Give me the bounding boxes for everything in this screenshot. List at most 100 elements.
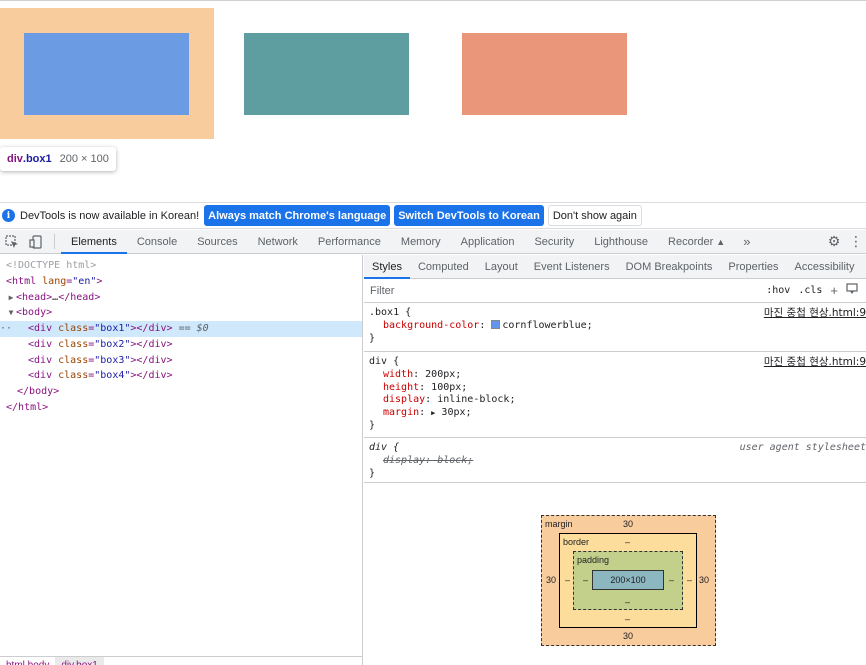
dom-body-close[interactable]: </body> [0,384,362,400]
padding-bottom-value[interactable]: – [625,597,630,607]
dom-doctype[interactable]: <!DOCTYPE html> [0,258,362,274]
tab-memory[interactable]: Memory [391,230,451,253]
toolbar-separator [54,234,55,249]
computed-style-toggle-icon[interactable] [846,283,858,298]
html-tag-name: html [12,275,37,287]
styles-sidebar: Styles Computed Layout Event Listeners D… [364,255,866,665]
declaration-display-overridden: display: block; [383,454,474,466]
styles-filter-row: Filter :hov .cls + [364,279,866,303]
rule-source-link[interactable]: 마진 중첩 현상.html:9 [764,356,866,369]
tab-application[interactable]: Application [451,230,525,253]
expand-shorthand-icon[interactable]: ▶ [431,409,435,417]
rule-source-link[interactable]: 마진 중첩 현상.html:9 [764,307,866,320]
style-rule-div[interactable]: div { 마진 중첩 현상.html:9 width: 200px; heig… [364,352,866,438]
always-match-language-button[interactable]: Always match Chrome's language [204,205,391,226]
border-left-value[interactable]: – [565,575,570,585]
dont-show-again-button[interactable]: Don't show again [547,205,642,226]
declaration-background-color[interactable]: background-color: cornflowerblue; [369,319,866,333]
property-name: display [383,394,426,406]
class-attr-value: "box1" [94,323,131,334]
doctype-text: <!DOCTYPE html> [6,260,97,271]
property-name: display [383,454,426,466]
border-top-value[interactable]: – [625,537,630,547]
declaration-display[interactable]: display: inline-block; [369,394,866,407]
flask-icon: ▲ [716,236,726,247]
collapse-triangle-icon[interactable]: ▼ [6,305,16,321]
declaration-height[interactable]: height: 100px; [369,382,866,395]
dom-div-box3[interactable]: <div class="box3"></div> [0,353,362,369]
more-actions-dots[interactable]: ·· [0,321,12,337]
inspect-tooltip: div .box1 200 × 100 [0,147,116,171]
dom-div-box4[interactable]: <div class="box4"></div> [0,368,362,384]
declaration-margin[interactable]: margin: ▶ 30px; [369,407,866,420]
box2[interactable] [244,33,409,115]
tab-console[interactable]: Console [127,230,187,253]
tooltip-dimensions: 200 × 100 [59,153,109,165]
color-swatch[interactable] [491,319,501,329]
toolbar-right-group: ⚙ ⋮ [809,230,866,253]
tab-recorder[interactable]: Recorder ▲ [658,230,735,253]
tab-computed[interactable]: Computed [410,255,477,278]
rule-close-brace: } [369,332,376,344]
box3[interactable] [462,33,627,115]
tab-event-listeners[interactable]: Event Listeners [526,255,618,278]
new-style-rule-icon[interactable]: + [830,283,838,298]
breadcrumb-item[interactable]: html body [0,657,55,665]
expand-triangle-icon[interactable]: ▶ [6,290,16,306]
tab-network[interactable]: Network [248,230,308,253]
breadcrumb-item-active[interactable]: div.box1 [55,657,104,665]
property-value: block; [437,454,474,466]
infobar-message: DevTools is now available in Korean! [20,209,200,222]
dom-html-close[interactable]: </html> [0,400,362,416]
tab-properties[interactable]: Properties [720,255,786,278]
tab-performance[interactable]: Performance [308,230,391,253]
tab-dom-breakpoints[interactable]: DOM Breakpoints [618,255,721,278]
tab-elements[interactable]: Elements [61,230,127,254]
tab-layout[interactable]: Layout [477,255,526,278]
padding-right-value[interactable]: – [669,575,674,585]
div-tag-name: div [34,323,53,334]
tab-security[interactable]: Security [524,230,584,253]
property-value: 100px; [431,381,468,393]
margin-right-value[interactable]: 30 [699,575,709,585]
box1[interactable] [24,33,189,115]
switch-to-korean-button[interactable]: Switch DevTools to Korean [394,205,544,226]
body-tag-name: body [22,307,47,319]
class-toggle[interactable]: .cls [798,285,822,296]
dom-div-box2[interactable]: <div class="box2"></div> [0,337,362,353]
tab-sources[interactable]: Sources [187,230,247,253]
device-toolbar-icon[interactable] [24,230,48,253]
devtools-toolbar: Elements Console Sources Network Perform… [0,230,866,254]
dom-div-box1[interactable]: ·· <div class="box1"></div> == $0 [0,321,362,337]
language-infobar: i DevTools is now available in Korean! A… [0,202,866,229]
margin-bottom-value[interactable]: 30 [623,631,633,641]
styles-filter-input[interactable]: Filter [370,285,766,297]
border-right-value[interactable]: – [687,575,692,585]
tab-lighthouse[interactable]: Lighthouse [584,230,658,253]
inspect-element-icon[interactable] [0,230,24,253]
tab-styles[interactable]: Styles [364,255,410,279]
div-tag-name: div [34,338,53,350]
declaration-width[interactable]: width: 200px; [369,369,866,382]
more-tabs-icon[interactable]: » [735,230,758,253]
style-rule-box1[interactable]: .box1 { 마진 중첩 현상.html:9 background-color… [364,303,866,352]
margin-top-value[interactable]: 30 [623,519,633,529]
settings-gear-icon[interactable]: ⚙ [822,233,846,250]
property-name: margin [383,407,420,418]
boxmodel-content[interactable]: 200×100 [592,570,664,590]
rule-close-brace: } [369,419,376,431]
hover-state-toggle[interactable]: :hov [766,285,790,296]
margin-label: margin [545,519,573,529]
tab-accessibility[interactable]: Accessibility [787,255,863,278]
kebab-menu-icon[interactable]: ⋮ [846,233,866,250]
tooltip-class: .box1 [22,153,52,165]
html-attr-name: lang [42,275,67,287]
dom-html[interactable]: <html lang="en"> [0,274,362,290]
html-attr-value: "en" [72,275,97,287]
margin-left-value[interactable]: 30 [546,575,556,585]
dom-head[interactable]: ▶ <head>…</head> [0,290,362,306]
padding-left-value[interactable]: – [583,575,588,585]
border-bottom-value[interactable]: – [625,614,630,624]
class-attr-value: "box2" [94,338,131,350]
dom-body[interactable]: ▼ <body> [0,305,362,321]
